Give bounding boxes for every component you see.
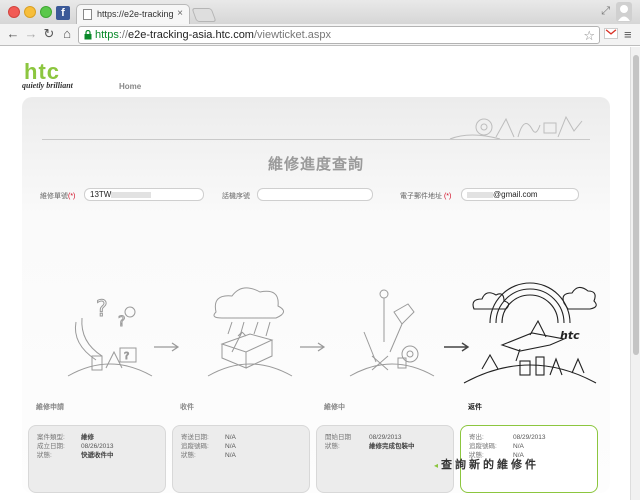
gmail-icon[interactable] [604,28,618,39]
fullscreen-icon[interactable]: ⤢ [601,5,610,18]
page-scrollbar[interactable] [630,47,640,500]
profile-icon[interactable] [616,2,632,22]
svg-text:?: ? [124,351,129,362]
reload-icon[interactable]: ↻ [42,26,56,42]
card-key: 狀態: [181,452,196,459]
serial-no-label: 話機序號 [222,193,250,200]
window-minimize-button[interactable] [24,6,36,18]
repair-no-input[interactable]: 13TW [84,188,204,201]
status-card-received: 寄送日期: N/A 追蹤號碼: N/A 狀態: N/A [172,425,310,493]
required-marker: (*) [68,193,76,200]
card-row: 寄出: 08/29/2013 [469,433,589,442]
query-new-repair-link[interactable]: ◂ 查詢新的維修件 [434,456,539,472]
caret-left-icon: ◂ [434,461,439,470]
card-value: 08/29/2013 [369,434,402,441]
card-row: 開始日期 08/29/2013 [325,433,445,442]
return-illustration: htc [463,282,597,384]
facebook-favicon-icon[interactable]: f [56,6,70,20]
card-value: N/A [225,434,236,441]
card-value: N/A [225,452,236,459]
email-label-text: 電子郵件地址 [400,193,442,200]
card-key: 成立日期: [37,443,65,450]
email-value: @gmail.com [493,190,538,199]
step-label-repairing: 維修中 [324,403,345,411]
email-label: 電子郵件地址 (*) [400,191,451,201]
card-key: 案件類型: [37,434,65,441]
browser-titlebar: f https://e2e-tracking-asi... × ⤢ [0,0,640,24]
window-maximize-button[interactable] [40,6,52,18]
card-row: 狀態: N/A [181,451,301,460]
home-icon[interactable]: ⌂ [60,26,74,41]
card-row: 追蹤號碼: N/A [181,442,301,451]
url-scheme: https [95,29,119,41]
browser-toolbar: ← → ↻ ⌂ https://e2e-tracking-asia.htc.co… [0,24,640,46]
card-value: 維修 [81,434,94,441]
step-label-received: 收件 [180,403,194,411]
url-separator: :// [118,29,129,41]
document-icon [83,9,92,20]
status-card-request: 案件類型: 維修 成立日期: 08/26/2013 狀態: 快遞收件中 [28,425,166,493]
redacted-value [111,191,152,198]
card-value: N/A [225,443,236,450]
card-row: 寄送日期: N/A [181,433,301,442]
scrollbar-thumb[interactable] [633,55,639,355]
nav-home-link[interactable]: Home [119,82,141,91]
card-row: 案件類型: 維修 [37,433,157,442]
required-marker: (*) [443,193,452,200]
svg-text:?: ? [118,314,125,330]
address-bar[interactable]: https://e2e-tracking-asia.htc.com/viewti… [78,26,600,44]
repairing-illustration [349,289,435,377]
url-host: e2e-tracking-asia.htc.com [128,29,254,41]
arrow-right-icon [154,342,180,352]
forward-arrow-icon[interactable]: → [24,26,38,41]
page-title: 維修進度查詢 [267,155,364,173]
window-close-button[interactable] [8,6,20,18]
step-label-request: 維修申請 [36,403,64,411]
arrow-right-icon [300,342,326,352]
step-label-returned: 返件 [468,403,482,411]
new-tab-button[interactable] [191,8,217,22]
tab-close-icon[interactable]: × [177,8,183,19]
repair-no-label: 維修單號(*) [40,191,75,201]
svg-text:htc: htc [560,329,580,342]
repair-no-label-text: 維修單號 [40,193,68,200]
browser-tab-active[interactable]: https://e2e-tracking-asi... × [76,4,190,24]
card-value: 快遞收件中 [81,452,114,459]
serial-no-input[interactable] [257,188,373,201]
card-value: N/A [513,443,524,450]
star-icon[interactable]: ☆ [583,28,595,44]
url-path: /viewticket.aspx [253,29,332,41]
menu-icon[interactable]: ≡ [624,27,632,42]
svg-text:?: ? [96,297,108,322]
url-text: https://e2e-tracking-asia.htc.com/viewti… [95,29,331,41]
lock-icon [84,30,92,40]
card-key: 追蹤號碼: [181,443,209,450]
back-arrow-icon[interactable]: ← [6,26,20,41]
query-new-repair-label: 查詢新的維修件 [441,458,540,471]
card-key: 狀態: [37,452,52,459]
repair-no-value: 13TW [90,190,112,199]
card-row: 狀態: 快遞收件中 [37,451,157,460]
card-key: 追蹤號碼: [469,443,497,450]
email-input[interactable]: @gmail.com [461,188,579,201]
card-value: 08/29/2013 [513,434,546,441]
card-row: 狀態: 維修完成包裝中 [325,442,445,451]
tagline: quietly brilliant [22,81,73,90]
page-content: htc quietly brilliant Home 維修進度查詢 維修單號(*… [0,47,630,500]
tab-title: https://e2e-tracking-asi... [97,9,173,19]
card-key: 寄送日期: [181,434,209,441]
card-value: 維修完成包裝中 [369,443,415,450]
redacted-value [467,191,493,198]
card-key: 開始日期 [325,434,351,441]
divider [42,139,590,140]
card-key: 寄出: [469,434,484,441]
card-value: 08/26/2013 [81,443,114,450]
card-row: 成立日期: 08/26/2013 [37,442,157,451]
tracking-panel: 維修進度查詢 維修單號(*) 13TW 話機序號 電子郵件地址 (*) @gma… [22,97,610,493]
card-row: 追蹤號碼: N/A [469,442,589,451]
repair-request-illustration: ? ? ? [67,297,153,377]
doodle-decoration-icon [449,115,583,140]
card-key: 狀態: [325,443,340,450]
shipping-illustration [207,287,293,377]
